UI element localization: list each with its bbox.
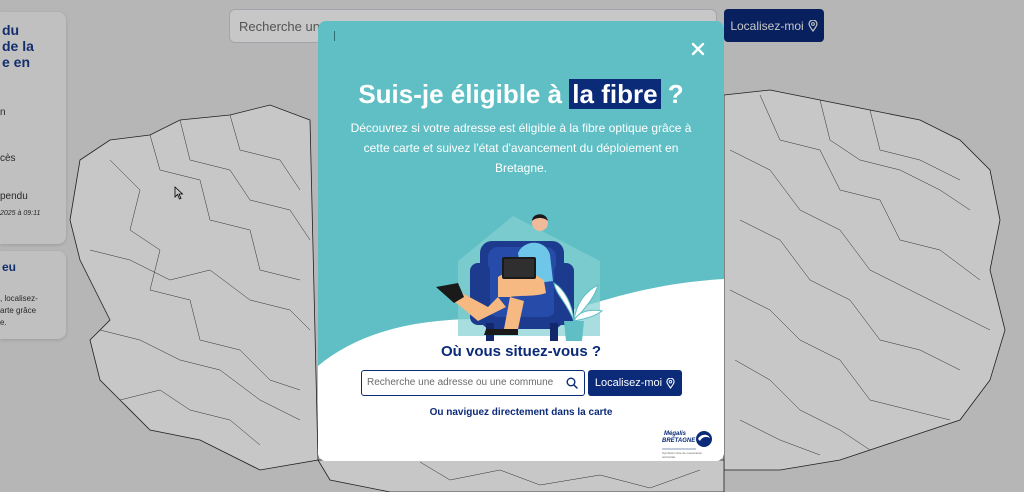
modal-search-placeholder: Recherche une adresse ou une commune [367, 377, 554, 388]
browse-map-link[interactable]: Ou naviguez directement dans la carte [318, 407, 724, 418]
modal-title-highlight: la fibre [569, 79, 661, 109]
modal-title-before: Suis-je éligible à [358, 79, 570, 109]
modal-description: Découvrez si votre adresse est éligible … [350, 121, 692, 175]
search-icon[interactable] [566, 377, 578, 389]
logo-line-1: Mégalis [664, 431, 687, 437]
logo-line-2: BRETAGNE [662, 438, 696, 444]
text-cursor [334, 31, 335, 41]
modal-title-after: ? [660, 79, 684, 109]
person-on-armchair-illustration [436, 214, 604, 341]
modal-title: Suis-je éligible à la fibre ? [318, 79, 724, 110]
modal-locate-button[interactable]: Localisez-moi [588, 370, 682, 396]
modal-search-input[interactable]: Recherche une adresse ou une commune [361, 370, 585, 396]
megalis-bretagne-logo: Mégalis BRETAGNE Syndicat mixte de coopé… [660, 429, 716, 461]
location-question: Où vous situez-vous ? [440, 343, 602, 360]
close-icon[interactable] [690, 41, 706, 57]
eligibility-modal: Suis-je éligible à la fibre ? Découvrez … [318, 21, 724, 461]
modal-locate-label: Localisez-moi [594, 377, 663, 389]
logo-tagline: Syndicat mixte de coopération territoria… [662, 451, 703, 459]
location-pin-icon [666, 377, 675, 389]
